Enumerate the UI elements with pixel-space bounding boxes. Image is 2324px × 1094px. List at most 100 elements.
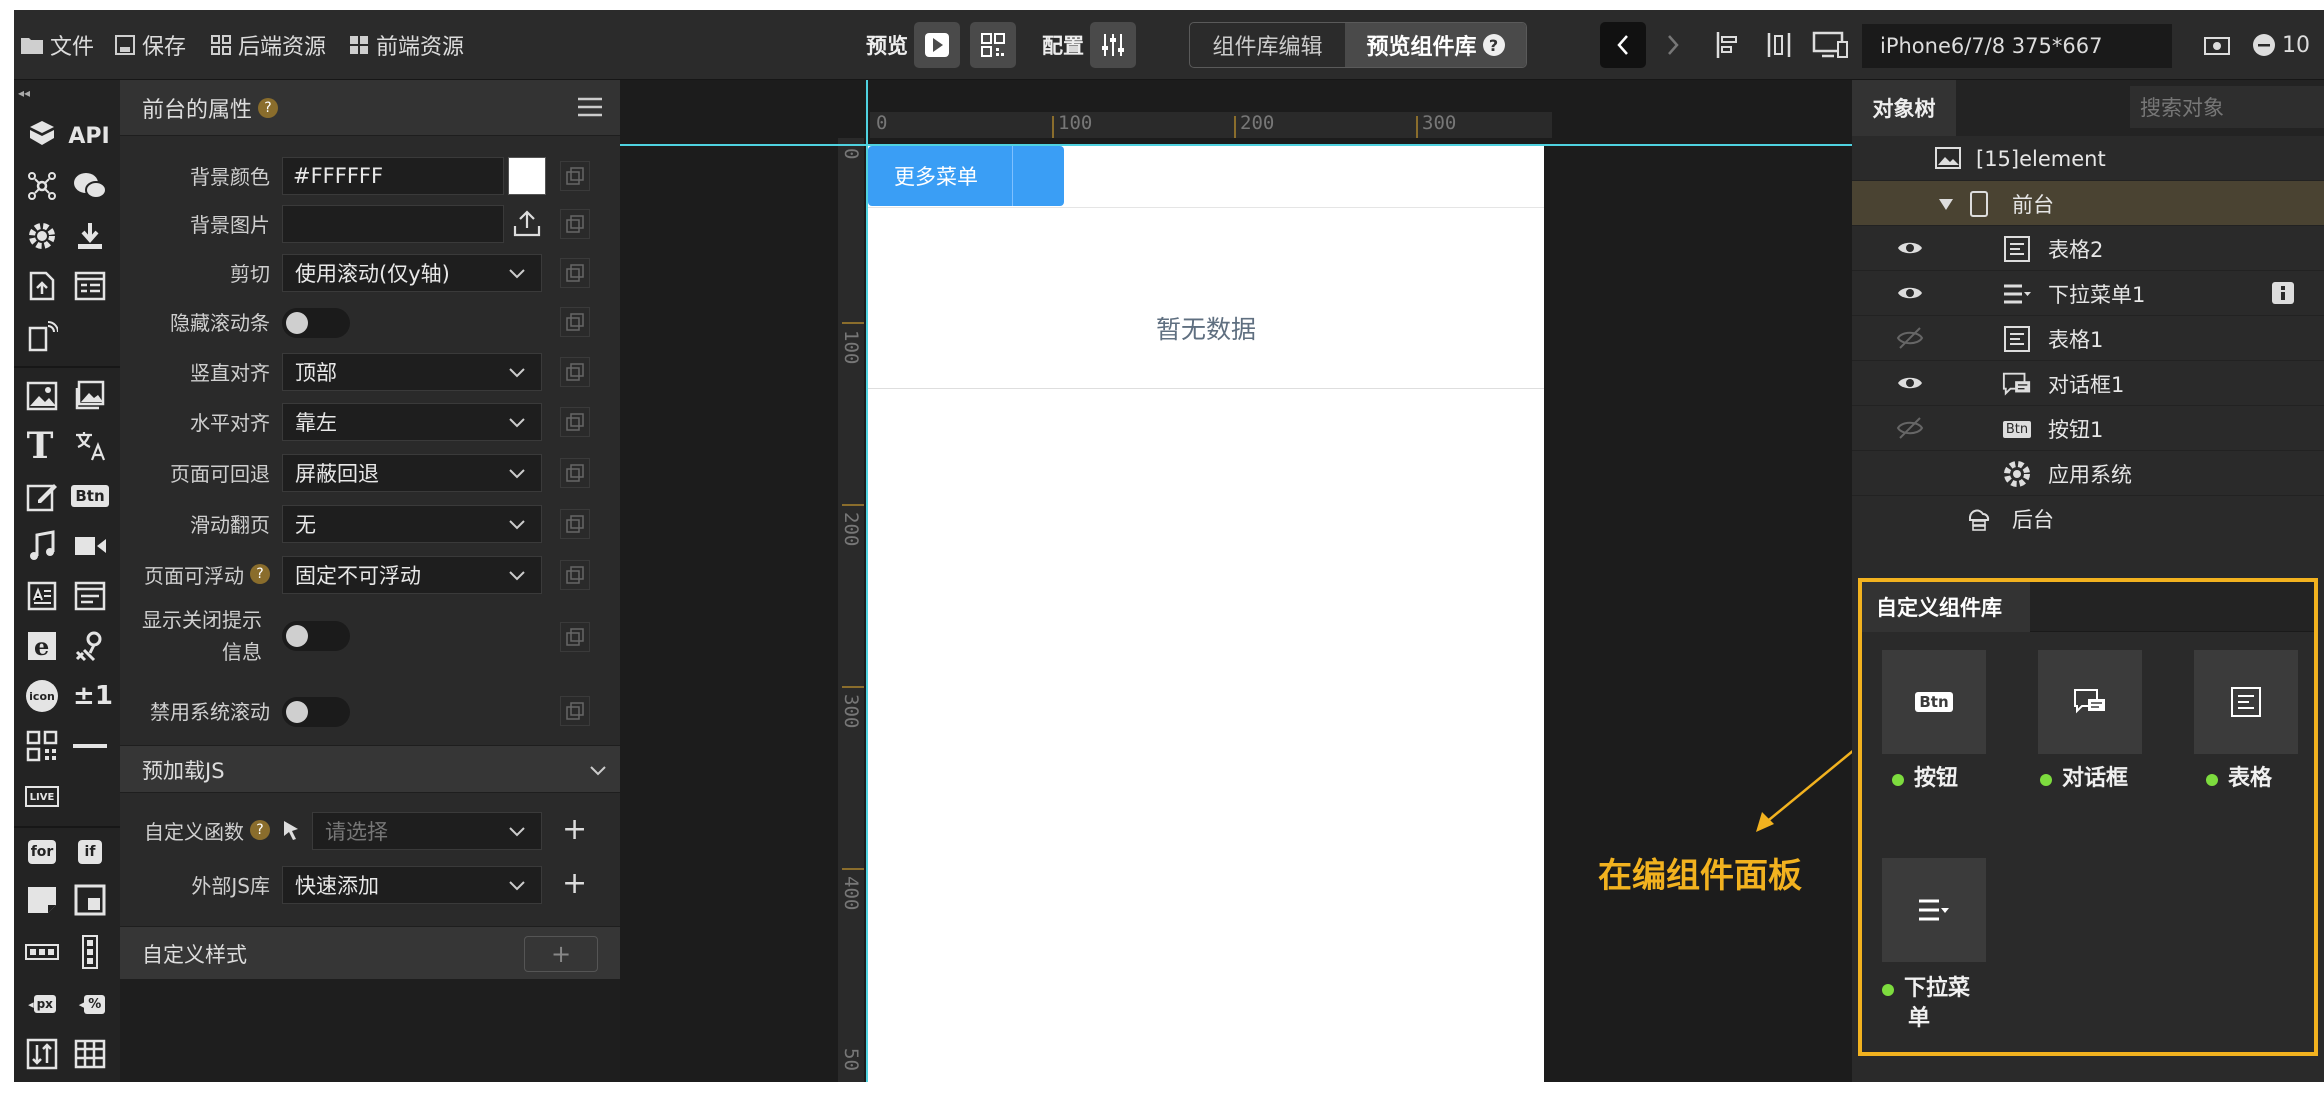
horizontal-align-select[interactable]: 靠左 (282, 403, 542, 441)
browser-icon[interactable]: e (22, 626, 62, 666)
eye-hidden-icon[interactable] (1896, 416, 1924, 440)
color-swatch[interactable] (508, 157, 546, 195)
save-button[interactable]: 保存 (114, 10, 186, 80)
info-icon[interactable] (2272, 282, 2294, 304)
copy-icon[interactable] (560, 357, 590, 387)
add-style-button[interactable]: + (524, 936, 598, 972)
tree-node-element[interactable]: [15]element (1852, 136, 2324, 181)
custom-func-select[interactable]: 请选择 (312, 812, 542, 850)
upload-icon[interactable] (512, 208, 542, 242)
device-toggle-button[interactable] (1808, 22, 1854, 68)
copy-icon[interactable] (560, 307, 590, 337)
map-pin-icon[interactable] (70, 626, 110, 666)
text-icon[interactable]: T (20, 425, 60, 467)
copy-icon[interactable] (560, 509, 590, 539)
copy-icon[interactable] (560, 458, 590, 488)
design-canvas[interactable]: 0 100 200 300 0 100 200 300 400 50 更多菜单 (620, 80, 1855, 1082)
help-icon[interactable]: ? (250, 564, 270, 584)
collapse-icon[interactable]: ◂◂ (18, 86, 30, 100)
note-icon[interactable] (22, 880, 62, 920)
swipe-page-select[interactable]: 无 (282, 505, 542, 543)
frontend-resources-menu[interactable]: 前端资源 (348, 10, 464, 80)
eye-icon[interactable] (1896, 371, 1924, 395)
download-icon[interactable] (70, 216, 110, 256)
qrcode-component-icon[interactable] (22, 726, 62, 766)
tree-node-table1[interactable]: 表格1 (1852, 316, 2324, 361)
hide-scrollbar-toggle[interactable] (282, 308, 350, 338)
custom-lib-item-dropdown[interactable] (1882, 858, 1986, 962)
custom-lib-item-table[interactable] (2194, 650, 2298, 754)
copy-icon[interactable] (560, 209, 590, 239)
help-icon[interactable]: ? (250, 820, 270, 840)
page-float-select[interactable]: 固定不可浮动 (282, 556, 542, 594)
forward-button[interactable] (1650, 22, 1696, 68)
image-icon[interactable] (22, 376, 62, 416)
tree-node-dropdown1[interactable]: 下拉菜单1 (1852, 271, 2324, 316)
vertical-align-select[interactable]: 顶部 (282, 353, 542, 391)
mobile-icon[interactable] (22, 316, 62, 356)
caret-down-icon[interactable] (1938, 196, 1954, 215)
close-tip-toggle[interactable] (282, 621, 350, 651)
hamburger-menu-icon[interactable] (576, 96, 604, 122)
translate-icon[interactable] (70, 426, 110, 466)
tab-library-edit[interactable]: 组件库编辑 (1190, 23, 1345, 67)
add-func-button[interactable]: + (562, 815, 587, 845)
divider-line-icon[interactable] (70, 726, 110, 766)
phone-page[interactable]: 更多菜单 暂无数据 (868, 146, 1544, 1082)
tab-library-preview[interactable]: 预览组件库? (1345, 23, 1526, 67)
music-icon[interactable] (22, 526, 62, 566)
row-layout-icon[interactable] (22, 932, 62, 972)
live-icon[interactable]: LIVE (22, 776, 62, 816)
container-icon[interactable] (70, 880, 110, 920)
eye-hidden-icon[interactable] (1896, 326, 1924, 350)
external-js-select[interactable]: 快速添加 (282, 866, 542, 904)
tree-node-dialog1[interactable]: 对话框1 (1852, 361, 2324, 406)
if-condition-icon[interactable]: if (70, 832, 110, 872)
eye-icon[interactable] (1896, 281, 1924, 305)
tree-node-backend[interactable]: 后台 (1852, 496, 2324, 541)
clip-select[interactable]: 使用滚动(仅y轴) (282, 254, 542, 292)
tree-node-table2[interactable]: 表格2 (1852, 226, 2324, 271)
distribute-button[interactable] (1756, 22, 1802, 68)
percent-unit-icon[interactable]: ◂% (70, 984, 114, 1024)
network-icon[interactable] (22, 166, 62, 206)
preload-js-section[interactable]: 预加载JS (120, 745, 620, 793)
table-grid-icon[interactable] (70, 1034, 110, 1074)
help-icon[interactable]: ? (1482, 34, 1505, 56)
custom-library-title[interactable]: 自定义组件库 (1862, 582, 2030, 632)
copy-icon[interactable] (560, 560, 590, 590)
tree-node-frontend[interactable]: 前台 (1852, 181, 2324, 226)
qr-preview-button[interactable] (970, 22, 1016, 68)
sort-icon[interactable] (22, 1034, 62, 1074)
tree-search-input[interactable]: 搜索对象 (2130, 86, 2324, 128)
textarea-icon[interactable] (22, 576, 62, 616)
config-button[interactable] (1090, 22, 1136, 68)
preview-play-button[interactable] (914, 22, 960, 68)
custom-lib-item-dialog[interactable] (2038, 650, 2142, 754)
bg-color-input[interactable]: #FFFFFF (282, 157, 504, 195)
align-left-button[interactable] (1706, 22, 1752, 68)
disable-scroll-toggle[interactable] (282, 697, 350, 727)
add-js-button[interactable]: + (562, 869, 587, 899)
image-stack-icon[interactable] (70, 376, 110, 416)
tree-node-app-system[interactable]: 应用系统 (1852, 451, 2324, 496)
icon-component-icon[interactable]: icon (22, 676, 62, 716)
tab-object-tree[interactable]: 对象树 (1852, 80, 1956, 136)
eye-icon[interactable] (1896, 236, 1924, 260)
cube-icon[interactable] (22, 114, 62, 154)
backend-resources-menu[interactable]: 后端资源 (210, 10, 326, 80)
api-icon[interactable]: API (64, 116, 114, 156)
help-icon[interactable]: ? (258, 98, 279, 118)
form-icon[interactable] (70, 266, 110, 306)
copy-icon[interactable] (560, 258, 590, 288)
copy-icon[interactable] (560, 622, 590, 652)
custom-lib-item-button[interactable]: Btn (1882, 650, 1986, 754)
wechat-icon[interactable] (70, 166, 110, 206)
tree-node-button1[interactable]: Btn 按钮1 (1852, 406, 2324, 451)
video-icon[interactable] (70, 526, 110, 566)
copy-icon[interactable] (560, 407, 590, 437)
screenshot-button[interactable] (2194, 22, 2240, 68)
edit-icon[interactable] (22, 476, 62, 516)
upload-file-icon[interactable] (22, 266, 62, 306)
px-unit-icon[interactable]: ◂ px (20, 984, 64, 1024)
